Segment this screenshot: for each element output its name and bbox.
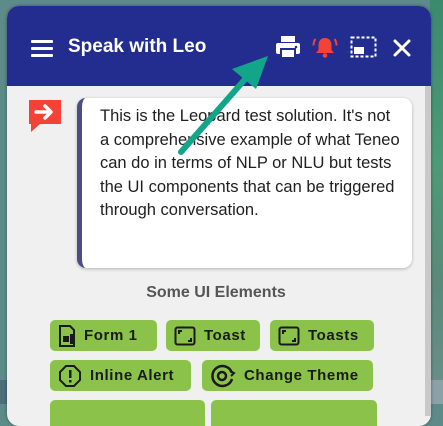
section-title: Some UI Elements [146, 284, 286, 301]
print-icon[interactable] [275, 35, 301, 59]
quick-reply-toast[interactable]: Toast [166, 320, 260, 351]
quick-reply-label: Toast [204, 327, 246, 344]
quick-reply-label: Toasts [308, 327, 359, 344]
scrollbar[interactable] [425, 86, 431, 416]
resize-icon[interactable] [350, 36, 377, 58]
quick-reply-label: Inline Alert [90, 367, 175, 384]
quick-reply-inline-alert[interactable]: Inline Alert [50, 360, 191, 391]
bot-message-text: This is the Leopard test solution. It's … [100, 107, 400, 219]
quick-reply-toasts[interactable]: Toasts [270, 320, 374, 351]
chat-header: Speak with Leo [7, 6, 431, 86]
background-right [430, 0, 443, 404]
chat-content: This is the Leopard test solution. It's … [7, 86, 431, 426]
toast-icon [174, 326, 196, 345]
chat-title: Speak with Leo [68, 36, 207, 57]
quick-reply-label: Change Theme [244, 367, 359, 384]
theme-icon [211, 364, 236, 387]
form-icon [59, 324, 75, 347]
toasts-icon [278, 326, 300, 345]
quick-reply-change-theme[interactable]: Change Theme [202, 360, 373, 391]
quick-reply-form-1[interactable]: Form 1 [50, 320, 157, 351]
quick-reply-label: Form 1 [84, 327, 138, 344]
chat-widget: Speak with Leo This is the Leopard test … [7, 6, 431, 426]
bot-message-bubble: This is the Leopard test solution. It's … [77, 98, 412, 268]
close-icon[interactable] [392, 38, 412, 58]
menu-icon[interactable] [31, 40, 53, 58]
bot-avatar-icon [29, 100, 61, 132]
alarm-icon[interactable] [312, 34, 338, 60]
alert-icon [59, 364, 81, 387]
